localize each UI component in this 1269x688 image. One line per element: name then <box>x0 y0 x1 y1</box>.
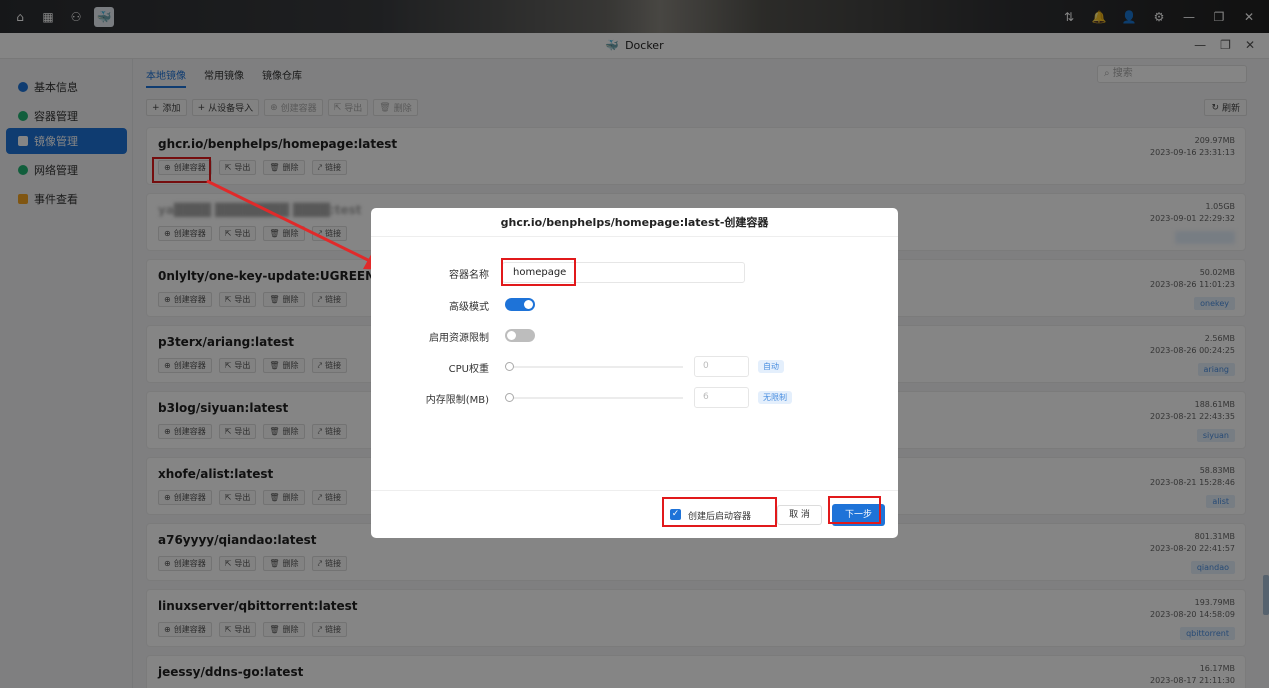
slider-track <box>509 397 683 399</box>
advanced-mode-toggle[interactable] <box>505 298 535 311</box>
slider-track <box>509 366 683 368</box>
memory-unlimited-badge: 无限制 <box>758 391 792 404</box>
memory-limit-row: 内存限制(MB) 6 无限制 <box>371 387 898 409</box>
arrow-line <box>206 179 373 264</box>
memory-limit-input[interactable]: 6 <box>694 387 749 408</box>
resource-limit-row: 启用资源限制 <box>371 325 898 347</box>
cpu-weight-input[interactable]: 0 <box>694 356 749 377</box>
memory-limit-slider[interactable] <box>505 393 683 403</box>
toggle-knob <box>524 300 533 309</box>
memory-limit-label: 内存限制(MB) <box>425 395 489 406</box>
container-name-label: 容器名称 <box>449 270 489 281</box>
resource-limit-toggle[interactable] <box>505 329 535 342</box>
advanced-mode-label: 高级模式 <box>449 302 489 313</box>
cpu-weight-slider[interactable] <box>505 362 683 372</box>
start-after-create-checkbox[interactable]: ✓ <box>670 509 681 520</box>
container-name-input[interactable]: homepage <box>502 262 745 283</box>
slider-thumb[interactable] <box>505 393 514 402</box>
cpu-weight-label: CPU权重 <box>448 364 489 375</box>
cancel-button[interactable]: 取 消 <box>777 505 822 525</box>
cpu-auto-badge: 自动 <box>758 360 784 373</box>
start-after-create-label[interactable]: 创建后启动容器 <box>688 509 751 522</box>
next-button[interactable]: 下一步 <box>832 504 885 526</box>
dialog-title: ghcr.io/benphelps/homepage:latest-创建容器 <box>371 208 898 237</box>
toggle-knob <box>507 331 516 340</box>
dialog-footer: ✓ 创建后启动容器 取 消 下一步 <box>371 490 898 538</box>
cpu-weight-row: CPU权重 0 自动 <box>371 356 898 378</box>
container-name-value: homepage <box>513 267 567 278</box>
container-name-row: 容器名称 homepage <box>371 262 898 284</box>
slider-thumb[interactable] <box>505 362 514 371</box>
resource-limit-label: 启用资源限制 <box>429 333 489 344</box>
advanced-mode-row: 高级模式 <box>371 294 898 316</box>
scrollbar[interactable] <box>1263 575 1269 615</box>
create-container-dialog: ghcr.io/benphelps/homepage:latest-创建容器 容… <box>371 208 898 538</box>
